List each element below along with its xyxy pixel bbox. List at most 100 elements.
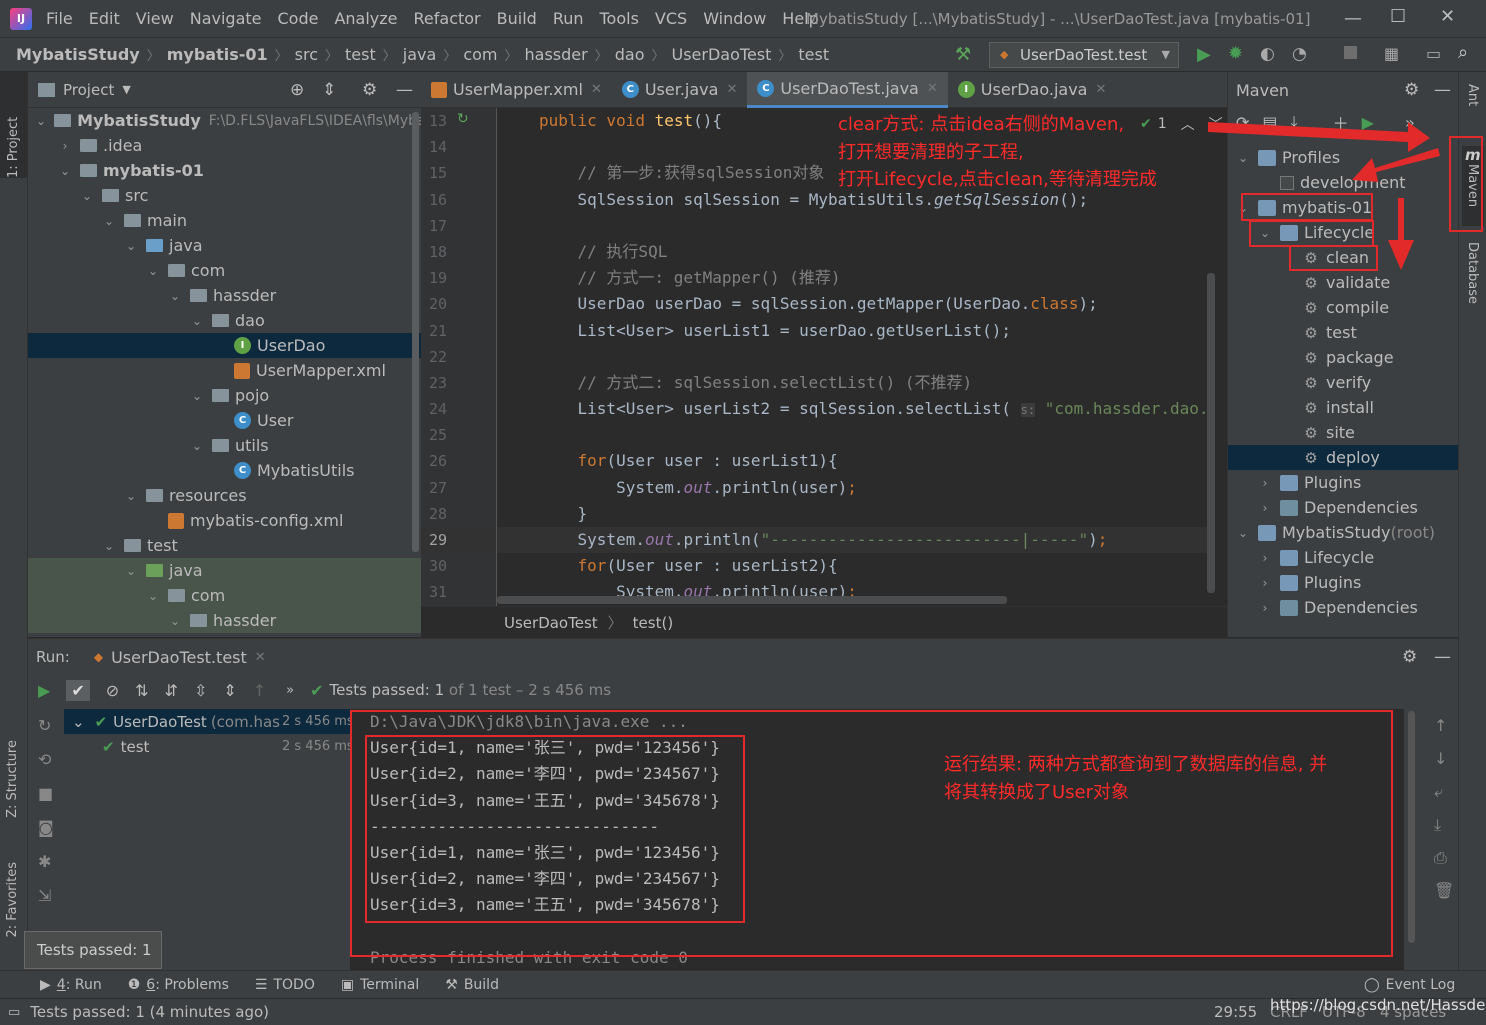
chevron-down-icon[interactable]: ⌄ — [190, 439, 204, 453]
build-hammer-icon[interactable]: ⚒ — [955, 44, 971, 65]
chevron-down-icon[interactable]: ⌄ — [190, 314, 204, 328]
gear-icon[interactable]: ⚙ — [1404, 80, 1419, 100]
sort-alpha-icon[interactable]: ⇅ — [135, 681, 148, 700]
chevron-down-icon[interactable]: ▼ — [122, 83, 130, 96]
project-tree-node[interactable]: ⌄ MybatisStudy F:\D.FLS\JavaFLS\IDEA\fls\M… — [28, 108, 421, 133]
maven-tree-node[interactable]: ⚙ site — [1228, 420, 1458, 445]
chevron-down-icon[interactable]: ⌄ — [1236, 526, 1250, 540]
project-tree-node[interactable]: ⌄ src — [28, 183, 421, 208]
maven-tree-node[interactable]: › Dependencies — [1228, 595, 1458, 620]
ant-tool-button[interactable]: Ant — [1465, 84, 1480, 106]
editor-tab[interactable]: UserMapper.xml ✕ — [421, 72, 612, 108]
breadcrumb-item[interactable]: mybatis-01 — [167, 45, 268, 64]
chevron-down-icon[interactable]: ⌄ — [72, 713, 85, 731]
menu-code[interactable]: Code — [278, 9, 319, 28]
locate-icon[interactable]: ⊕ — [290, 80, 304, 100]
expand-all-icon[interactable]: ⇳ — [194, 681, 207, 700]
show-passed-icon[interactable]: ✔ — [66, 679, 90, 701]
up-icon[interactable]: ↑ — [253, 681, 266, 700]
menu-build[interactable]: Build — [497, 9, 537, 28]
chevron-down-icon[interactable]: ⌄ — [102, 214, 116, 228]
project-tree-node[interactable]: ⌄ java — [28, 233, 421, 258]
settings-icon[interactable]: ✱ — [38, 845, 64, 879]
collapse-all-icon[interactable]: ⇕ — [322, 80, 336, 100]
close-icon[interactable]: ✕ — [255, 650, 266, 665]
project-tree-node[interactable]: ⌄ hassder — [28, 608, 421, 633]
project-tree-node[interactable]: ⌄ resources — [28, 483, 421, 508]
maven-tree-node[interactable]: › Plugins — [1228, 470, 1458, 495]
more-icon[interactable]: » — [286, 683, 294, 698]
breadcrumb-item[interactable]: hassder — [525, 45, 588, 64]
maven-tree-node[interactable]: › Plugins — [1228, 570, 1458, 595]
menu-navigate[interactable]: Navigate — [190, 9, 262, 28]
chevron-down-icon[interactable]: ⌄ — [168, 614, 182, 628]
tool-window-build[interactable]: ⚒ Build — [445, 977, 499, 993]
maven-tree-node[interactable]: ⌄ MybatisStudy (root) — [1228, 520, 1458, 545]
search-icon[interactable]: ⌕ — [1458, 42, 1468, 63]
trash-icon[interactable]: 🗑 — [1434, 874, 1458, 907]
chevron-right-icon[interactable]: › — [1258, 576, 1272, 590]
maven-tree-node[interactable]: ⚙ verify — [1228, 370, 1458, 395]
chevron-down-icon[interactable]: ⌄ — [124, 489, 138, 503]
maven-tree-node[interactable]: ⚙ compile — [1228, 295, 1458, 320]
chevron-right-icon[interactable]: › — [1258, 601, 1272, 615]
close-icon[interactable]: ✕ — [927, 81, 938, 96]
close-icon[interactable]: ✕ — [591, 82, 602, 97]
console-scrollbar[interactable] — [1408, 711, 1415, 943]
breadcrumb-method[interactable]: test() — [633, 614, 674, 632]
chevron-down-icon[interactable]: ⌄ — [168, 289, 182, 303]
project-tree-node[interactable]: ⌄ com — [28, 258, 421, 283]
maximize-icon[interactable]: ☐ — [1390, 6, 1406, 27]
maven-tree-node[interactable]: › Dependencies — [1228, 495, 1458, 520]
stop-icon[interactable]: ■ — [38, 777, 64, 811]
caret-position[interactable]: 29:55 — [1214, 1003, 1257, 1021]
gear-icon[interactable]: ⚙ — [1402, 647, 1417, 667]
chevron-right-icon[interactable]: › — [1258, 551, 1272, 565]
project-panel-title[interactable]: Project — [63, 81, 114, 99]
camera-icon[interactable]: ◙ — [38, 811, 64, 845]
chevron-down-icon[interactable]: ⌄ — [190, 389, 204, 403]
close-icon[interactable]: ✕ — [1440, 6, 1455, 27]
coverage-icon[interactable]: ◐ — [1260, 44, 1275, 64]
close-icon[interactable]: ✕ — [1095, 82, 1106, 97]
run-config-select[interactable]: UserDaoTest.test ▼ ◆ — [989, 42, 1179, 68]
menu-edit[interactable]: Edit — [89, 9, 120, 28]
project-tree-node[interactable]: C User — [28, 408, 421, 433]
project-tree-node[interactable]: ⌄ utils — [28, 433, 421, 458]
export-icon[interactable]: ⇲ — [38, 879, 64, 913]
menu-vcs[interactable]: VCS — [655, 9, 687, 28]
profile-icon[interactable]: ◔ — [1292, 44, 1307, 64]
event-log-button[interactable]: ◯ Event Log — [1364, 977, 1455, 993]
maven-tree-node[interactable]: ⚙ package — [1228, 345, 1458, 370]
status-message[interactable]: Tests passed: 1 (4 minutes ago) — [30, 1003, 269, 1021]
chevron-down-icon[interactable]: ⌄ — [124, 239, 138, 253]
chevron-down-icon[interactable]: ⌄ — [124, 564, 138, 578]
chevron-right-icon[interactable]: › — [1258, 476, 1272, 490]
restart-icon[interactable]: ↻ — [38, 709, 64, 743]
project-tree-node[interactable]: ⌄ hassder — [28, 283, 421, 308]
chevron-down-icon[interactable]: ⌄ — [36, 114, 46, 128]
chevron-right-icon[interactable]: › — [58, 139, 72, 153]
chevron-down-icon[interactable]: ⌄ — [146, 589, 160, 603]
hide-icon[interactable]: — — [396, 80, 413, 100]
tool-window-terminal[interactable]: ▣ Terminal — [341, 977, 419, 993]
project-tree-node[interactable]: ⌄ java — [28, 558, 421, 583]
database-tool-button[interactable]: Database — [1465, 242, 1480, 304]
scroll-to-end-icon[interactable]: ⤓ — [1434, 808, 1458, 841]
tool-window-problems[interactable]: ❶6: Problems — [128, 977, 229, 993]
layout-icon[interactable]: ▭ — [8, 1005, 20, 1020]
project-tree-node[interactable]: mybatis-config.xml — [28, 508, 421, 533]
menu-analyze[interactable]: Analyze — [334, 9, 397, 28]
project-tree-node[interactable]: ⌄ mybatis-01 — [28, 158, 421, 183]
collapse-all-icon[interactable]: ⇕ — [223, 681, 236, 700]
project-tree-node[interactable]: › .idea — [28, 133, 421, 158]
maven-tree-node[interactable]: › Lifecycle — [1228, 545, 1458, 570]
breadcrumb-item[interactable]: MybatisStudy — [16, 45, 140, 64]
menu-refactor[interactable]: Refactor — [414, 9, 481, 28]
sort-duration-icon[interactable]: ⇵ — [165, 681, 178, 700]
show-ignored-icon[interactable]: ⊘ — [106, 681, 119, 700]
breadcrumb-item[interactable]: UserDaoTest — [672, 45, 772, 64]
chevron-down-icon[interactable]: ⌄ — [80, 189, 94, 203]
project-tree-node[interactable]: C MybatisUtils — [28, 458, 421, 483]
project-tree-node[interactable]: ⌄ pojo — [28, 383, 421, 408]
